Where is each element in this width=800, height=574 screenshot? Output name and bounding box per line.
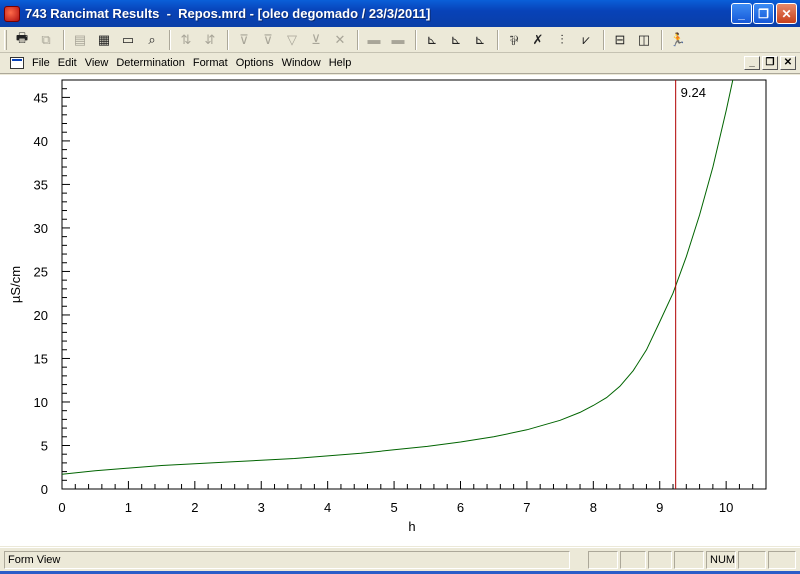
y-tick-label: 20 [34,308,48,323]
toolbar-separator [357,29,359,50]
x-tick-label: 0 [58,500,65,515]
binoculars-icon[interactable]: ⌕ [141,29,163,51]
card-view-icon[interactable]: ▭ [117,29,139,51]
toolbar-grip[interactable] [4,29,7,50]
menu-options[interactable]: Options [236,57,274,69]
y-tick-label: 25 [34,264,48,279]
status-pane-2 [620,551,646,569]
copy-icon[interactable]: ⧉ [35,29,57,51]
evaluate-icon[interactable]: ⅌ [503,29,525,51]
x-tick-label: 9 [656,500,663,515]
form-view-icon[interactable]: ▤ [69,29,91,51]
mdi-close-button[interactable]: ✕ [780,56,796,70]
toolbar-separator [415,29,417,50]
x-tick-label: 1 [125,500,132,515]
sort-descending-icon[interactable]: ⇵ [199,29,221,51]
y-tick-label: 10 [34,395,48,410]
table-view-icon[interactable]: ▦ [93,29,115,51]
x-tick-label: 3 [258,500,265,515]
curve-multi-icon[interactable]: ⊾ [469,29,491,51]
y-tick-label: 5 [41,438,48,453]
x-axis-label: h [408,519,415,534]
menu-format[interactable]: Format [193,57,228,69]
mdi-controls: _ ❐ ✕ [742,56,796,70]
curve-red-icon[interactable]: ⊾ [421,29,443,51]
plot-frame [61,79,767,490]
status-bar: Form View NUM [0,547,800,574]
document-window-icon[interactable] [10,57,24,69]
status-pane-4 [674,551,704,569]
toolbar: 🖶 ⧉ ▤ ▦ ▭ ⌕ ⇅ ⇵ ⊽ ⊽ ▽ ⊻ ✕ ▬ ▬ ⊾ ⊾ ⊾ ⅌ ✗ ⫶ ⩗ ⊟ ◫ 🏃 [0,27,800,53]
x-tick-label: 7 [523,500,530,515]
toolbar-separator [603,29,605,50]
conductivity-chart[interactable]: 0 1 2 3 4 5 6 7 8 9 10051015202530354045hµS/cm9.24 [0,75,800,546]
menu-help[interactable]: Help [329,57,352,69]
status-pane-7 [768,551,796,569]
status-pane-6 [738,551,766,569]
column-icon[interactable]: ⫶ [551,29,573,51]
rancimat-app-icon[interactable] [4,5,20,22]
x-tick-label: 10 [719,500,733,515]
sort-ascending-icon[interactable]: ⇅ [175,29,197,51]
menu-window[interactable]: Window [282,57,321,69]
filter-add-icon[interactable]: ⊽ [257,29,279,51]
curve-blue-icon[interactable]: ⊾ [445,29,467,51]
restore-button[interactable]: ❐ [753,3,774,24]
menu-determination[interactable]: Determination [116,57,184,69]
close-button[interactable]: ✕ [776,3,797,24]
induction-time-label: 9.24 [681,85,706,100]
delete-icon[interactable]: ✕ [329,29,351,51]
toolbar-separator [169,29,171,50]
runner-icon[interactable]: 🏃 [667,29,689,51]
toolbar-separator [227,29,229,50]
status-pane-1 [588,551,618,569]
minimize-button[interactable]: _ [731,3,752,24]
filter-icon[interactable]: ⊽ [233,29,255,51]
menu-file[interactable]: File [32,57,50,69]
curve-view[interactable]: 0 1 2 3 4 5 6 7 8 9 10 0 5 10 15 20 25 30 35 40 45 h µS/cm 9.24 [0,75,800,546]
y-tick-label: 15 [34,351,48,366]
cross-evaluate-icon[interactable]: ✗ [527,29,549,51]
filter-clear-icon[interactable]: ▽ [281,29,303,51]
split-vertical-icon[interactable]: ◫ [633,29,655,51]
y-tick-label: 45 [34,90,48,105]
title-bar: 743 Rancimat Results - Repos.mrd - [oleo… [0,0,800,27]
mdi-minimize-button[interactable]: _ [744,56,760,70]
record-prev-icon[interactable]: ▬ [363,29,385,51]
toolbar-separator [497,29,499,50]
mdi-restore-button[interactable]: ❐ [762,56,778,70]
y-tick-label: 35 [34,177,48,192]
menu-view[interactable]: View [85,57,109,69]
menu-bar: File Edit View Determination Format Options Wi… [0,53,800,74]
printer-icon[interactable]: 🖶 [11,29,33,51]
y-tick-label: 0 [41,482,48,497]
x-tick-label: 2 [191,500,198,515]
filter-remove-icon[interactable]: ⊻ [305,29,327,51]
window-title: 743 Rancimat Results - Repos.mrd - [oleo… [25,6,431,21]
x-tick-label: 5 [390,500,397,515]
status-text: Form View [4,551,570,569]
y-tick-label: 40 [34,134,48,149]
x-tick-label: 8 [590,500,597,515]
marker-icon[interactable]: ⩗ [575,29,597,51]
status-pane-3 [648,551,672,569]
toolbar-separator [63,29,65,50]
split-horizontal-icon[interactable]: ⊟ [609,29,631,51]
y-axis-label: µS/cm [8,266,23,303]
menu-edit[interactable]: Edit [58,57,77,69]
x-tick-label: 4 [324,500,331,515]
x-tick-label: 6 [457,500,464,515]
y-tick-label: 30 [34,221,48,236]
record-next-icon[interactable]: ▬ [387,29,409,51]
num-lock-indicator: NUM [706,551,736,569]
conductivity-curve [62,80,734,475]
toolbar-separator [661,29,663,50]
